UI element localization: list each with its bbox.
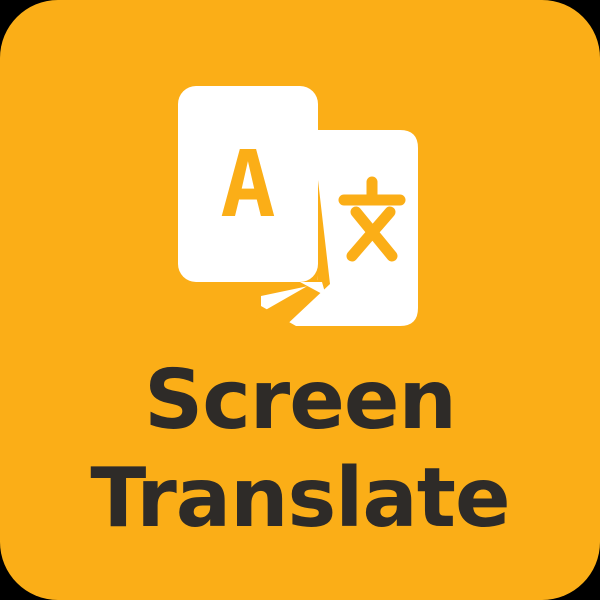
app-title-line-1: Screen [144,353,457,448]
app-title-line-2: Translate [90,451,510,546]
source-letter-icon: A [220,131,275,238]
app-icon[interactable]: A Screen Translate [0,0,600,600]
